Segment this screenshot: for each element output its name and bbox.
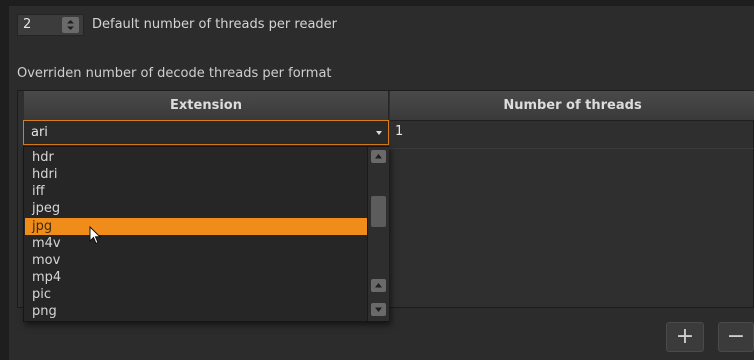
top-edge <box>0 0 754 6</box>
dropdown-option[interactable]: mov <box>25 252 367 269</box>
mouse-cursor-icon <box>89 225 103 250</box>
dropdown-option[interactable]: hdr <box>25 149 367 166</box>
add-button[interactable]: + <box>666 322 704 352</box>
dropdown-option[interactable]: pic <box>25 286 367 303</box>
scroll-up-icon[interactable] <box>371 279 386 292</box>
threads-cell[interactable]: 1 <box>395 124 403 139</box>
threads-spinbox[interactable]: 2 <box>17 14 84 36</box>
threads-value[interactable]: 2 <box>23 17 31 32</box>
chevron-down-icon[interactable] <box>376 131 382 135</box>
threads-label: Default number of threads per reader <box>92 17 338 32</box>
dropdown-scrollbar[interactable] <box>367 147 389 321</box>
dropdown-option[interactable]: m4v <box>25 235 367 252</box>
left-edge <box>0 0 9 360</box>
extension-select[interactable]: ari <box>23 120 389 145</box>
column-header-extension[interactable]: Extension <box>24 91 389 121</box>
dropdown-option-selected[interactable]: jpg <box>25 218 367 235</box>
dropdown-option[interactable]: hdri <box>25 166 367 183</box>
extension-dropdown-list[interactable]: hdr hdri iff jpeg jpg m4v mov mp4 pic pn… <box>23 146 389 322</box>
dropdown-option[interactable]: png <box>25 303 367 320</box>
extension-select-value: ari <box>31 125 48 140</box>
spin-arrows-icon[interactable] <box>62 17 79 33</box>
scrollbar-thumb[interactable] <box>371 196 386 227</box>
remove-button[interactable]: − <box>718 322 754 352</box>
dropdown-option[interactable]: mp4 <box>25 269 367 286</box>
dropdown-option[interactable]: jpeg <box>25 200 367 217</box>
section-label: Overriden number of decode threads per f… <box>17 66 332 81</box>
dropdown-option[interactable]: iff <box>25 183 367 200</box>
scroll-up-icon[interactable] <box>371 150 386 163</box>
scroll-down-icon[interactable] <box>371 303 386 316</box>
column-header-threads[interactable]: Number of threads <box>390 91 754 121</box>
